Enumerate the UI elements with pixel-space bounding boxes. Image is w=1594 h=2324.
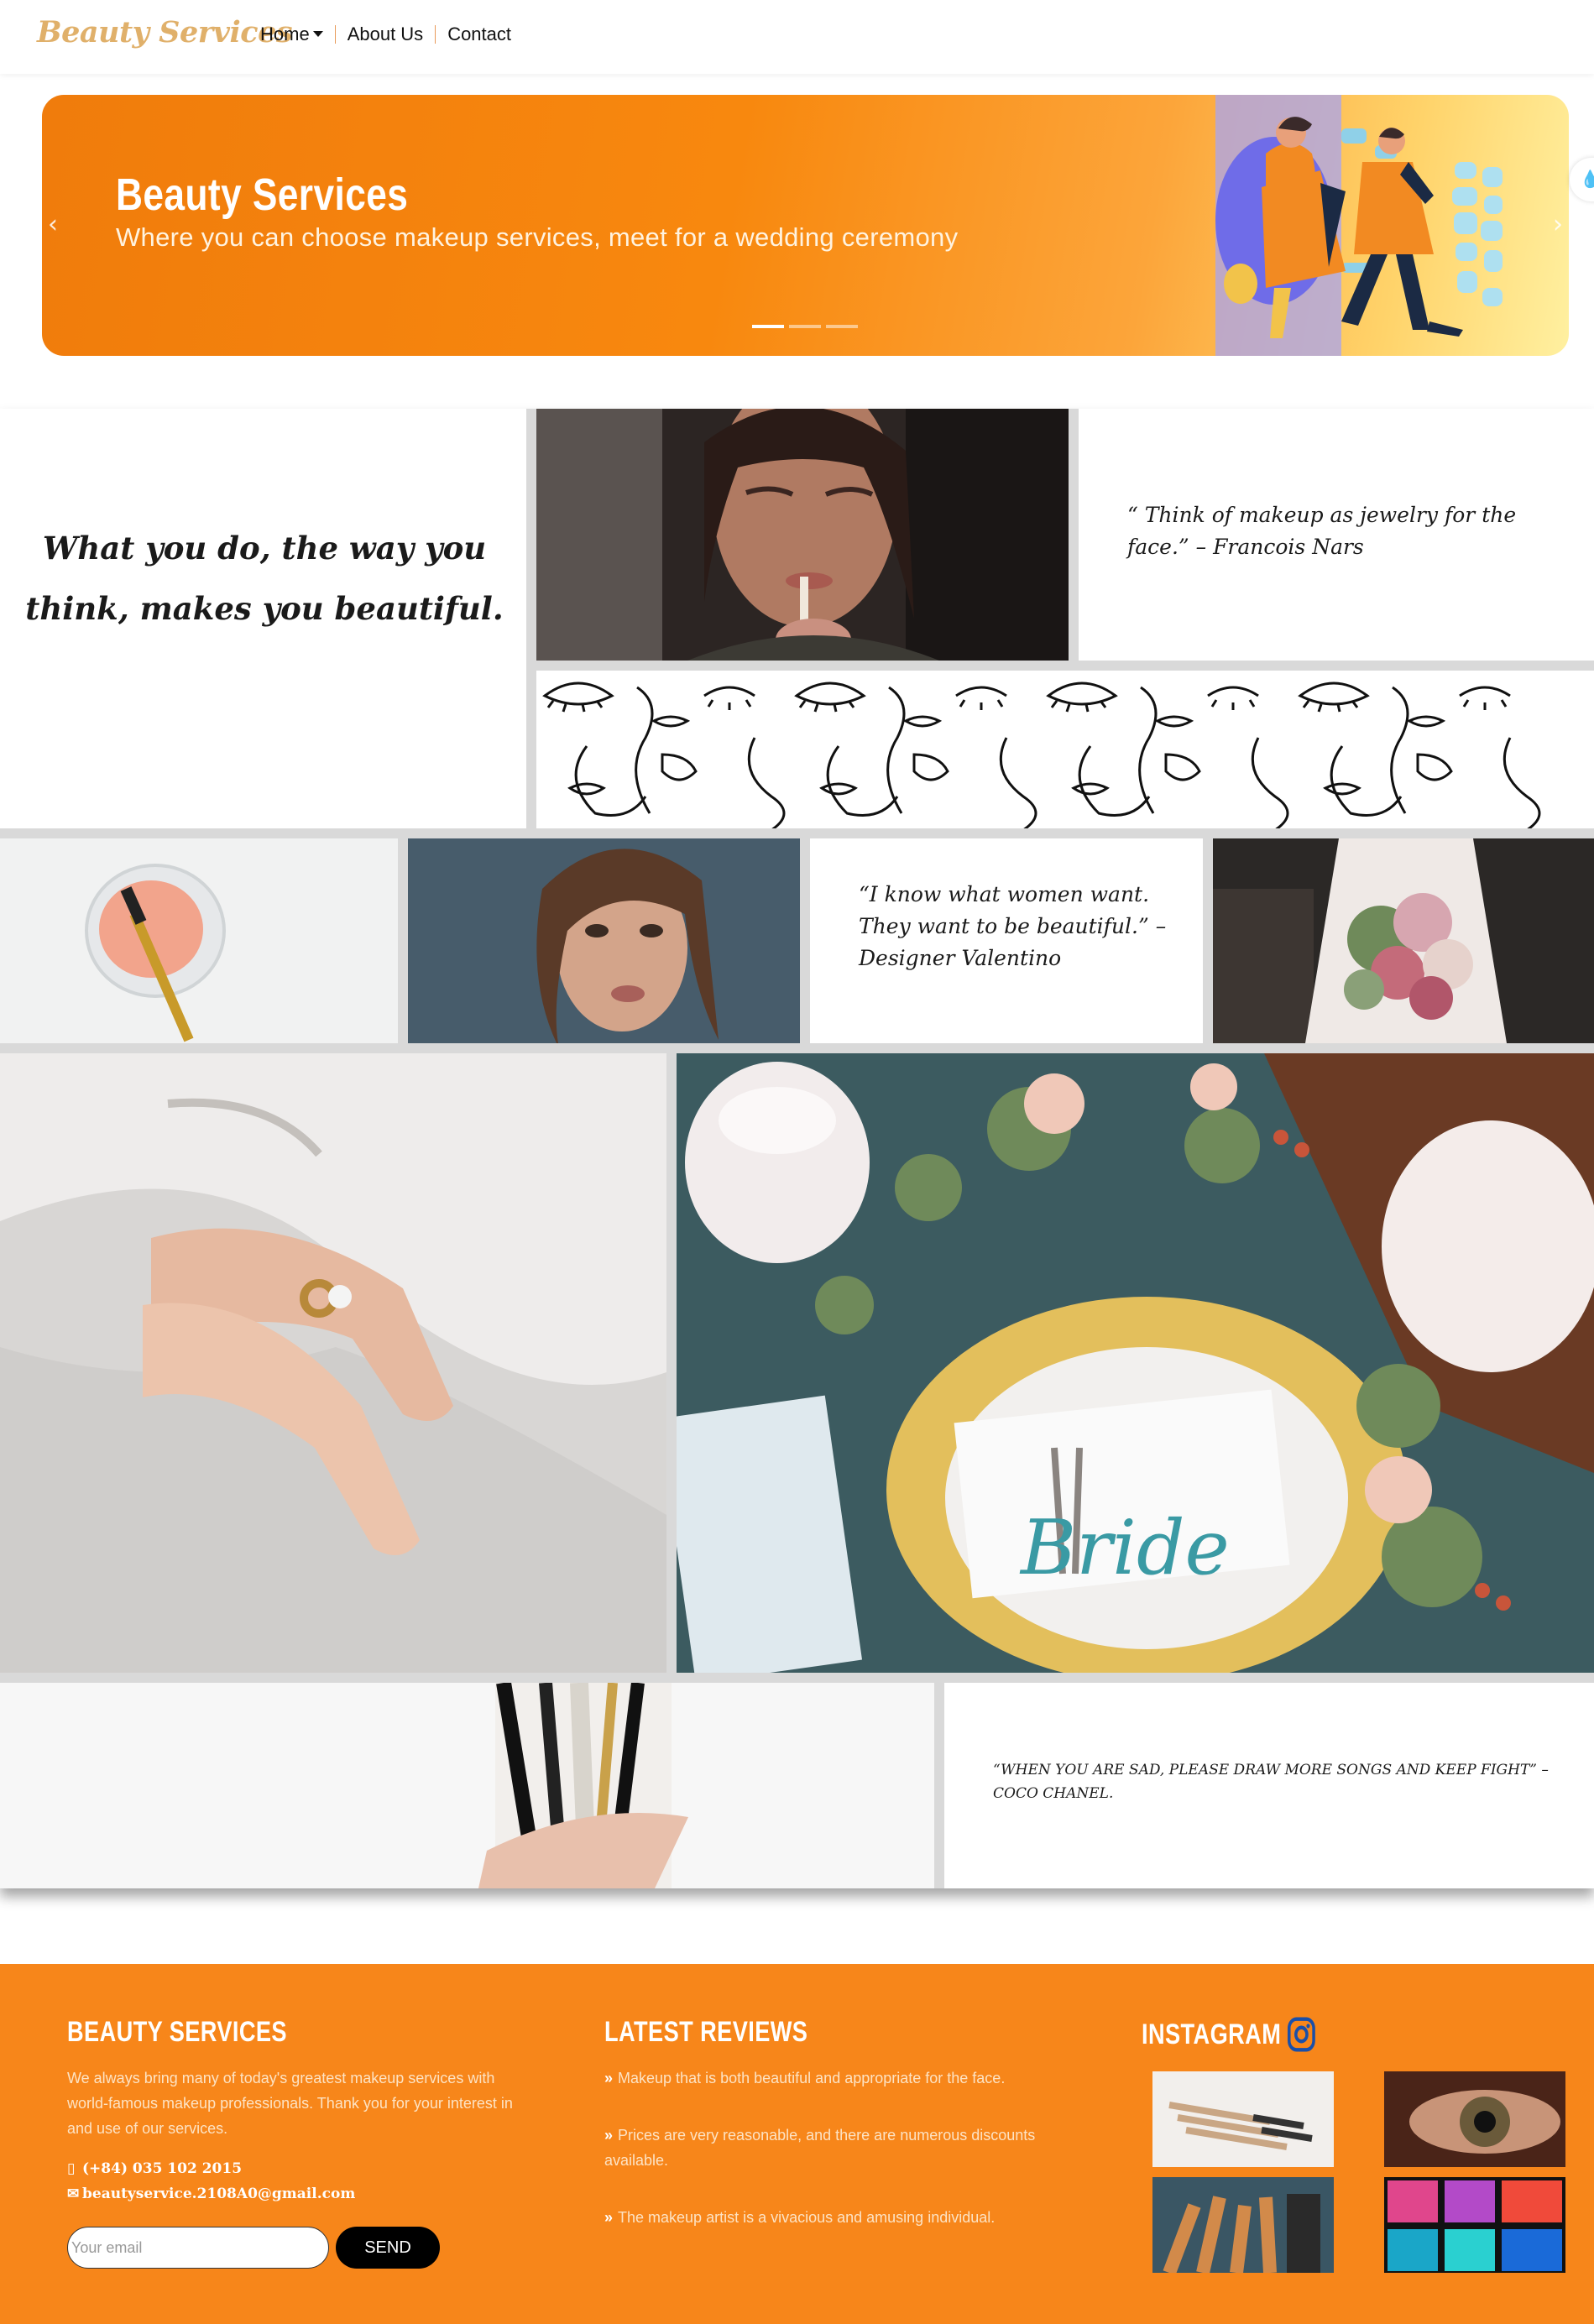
review-item: » Prices are very reasonable, and there a… [604,2123,1074,2173]
main-quote: What you do, the way you think, makes yo… [25,530,504,627]
gallery: What you do, the way you think, makes yo… [0,409,1594,1888]
carousel-indicator[interactable] [826,325,858,328]
hero-title: Beauty Services [116,170,409,220]
photo-wedding-table: Bride [677,1053,1594,1673]
couple-illustration [1215,95,1503,356]
hero-subtitle: Where you can choose makeup services, me… [116,222,959,252]
photo-wedding-rings-hands [0,1053,666,1673]
quote-nars-tile: “ Think of makeup as jewelry for the fac… [1079,409,1594,661]
send-button[interactable]: SEND [336,2227,440,2269]
chevron-right-icon[interactable]: › [1547,211,1569,239]
nav-contact[interactable]: Contact [436,24,523,45]
carousel-indicators [752,325,858,328]
phone-icon: ▯ [67,2160,76,2177]
review-list: » Makeup that is both beautiful and appro… [604,2065,1108,2230]
photo-makeup-brushes [0,1683,934,1888]
double-chevron-right-icon: » [604,2209,614,2226]
review-text: The makeup artist is a vivacious and amu… [618,2209,996,2226]
double-chevron-right-icon: » [604,2070,614,2086]
instagram-title-label: Instagram [1142,2018,1282,2050]
quote-chanel-tile: “When you are sad, please draw more song… [944,1683,1594,1888]
footer-contact: ▯ (+84) 035 102 2015 ✉ beautyservice.2108A… [67,2156,520,2206]
svg-text:Bride: Bride [1019,1504,1230,1592]
face-line-art-pattern [536,671,1594,828]
footer-about: Beauty Services We always bring many of … [67,2016,520,2206]
footer-about-title: Beauty Services [67,2016,287,2048]
carousel-indicator[interactable] [789,325,821,328]
footer-reviews-title: Latest Reviews [604,2016,808,2048]
quote-valentino: “I know what women want. They want to be… [859,882,1167,970]
carousel-indicator[interactable] [752,325,784,328]
footer-instagram-title: Instagram [1142,2016,1491,2053]
main-nav: Home About Us Contact [259,24,523,45]
photo-woman-portrait [408,838,800,1043]
envelope-icon: ✉ [67,2186,80,2202]
navbar: Beauty Services Home About Us Contact [0,0,1594,74]
footer-reviews: Latest Reviews » Makeup that is both beau… [604,2016,1108,2262]
review-item: » The makeup artist is a vivacious and am… [604,2205,1074,2230]
photo-powder-brush [0,838,398,1043]
instagram-photo-eye[interactable] [1384,2071,1565,2167]
photo-bridal-bouquet [1213,838,1594,1043]
quote-chanel: “When you are sad, please draw more song… [993,1762,1549,1802]
brand-logo[interactable]: Beauty Services [37,15,293,50]
nav-home-label: Home [260,24,310,44]
hero-carousel: Beauty Services Where you can choose mak… [42,95,1569,356]
instagram-photo-palette[interactable] [1384,2177,1565,2273]
footer-about-text: We always bring many of today's greatest… [67,2070,513,2137]
side-widget[interactable]: 💧 [1570,158,1594,201]
footer: Beauty Services We always bring many of … [0,1964,1594,2324]
instagram-grid [1152,2071,1594,2273]
footer-instagram: Instagram [1142,2016,1578,2053]
nav-home[interactable]: Home [259,24,335,45]
caret-down-icon [312,31,323,37]
quote-valentino-tile: “I know what women want. They want to be… [810,838,1203,1043]
photo-woman-lipstick [536,409,1069,661]
instagram-icon[interactable] [1287,2016,1316,2053]
main-quote-tile: What you do, the way you think, makes yo… [0,409,526,828]
instagram-photo-brushes[interactable] [1152,2071,1334,2167]
nav-about[interactable]: About Us [336,24,436,45]
double-chevron-right-icon: » [604,2127,614,2144]
quote-nars: “ Think of makeup as jewelry for the fac… [1127,503,1517,559]
newsletter-form: SEND [67,2227,440,2269]
email-input[interactable] [67,2227,329,2269]
footer-email[interactable]: beautyservice.2108A0@gmail.com [82,2186,355,2202]
footer-phone: (+84) 035 102 2015 [82,2160,243,2177]
review-text: Makeup that is both beautiful and approp… [618,2070,1006,2086]
droplet-icon: 💧 [1580,169,1594,189]
review-text: Prices are very reasonable, and there ar… [604,2127,1036,2169]
chevron-left-icon[interactable]: ‹ [42,211,64,239]
review-item: » Makeup that is both beautiful and appro… [604,2065,1074,2091]
instagram-photo-cosmetics[interactable] [1152,2177,1334,2273]
